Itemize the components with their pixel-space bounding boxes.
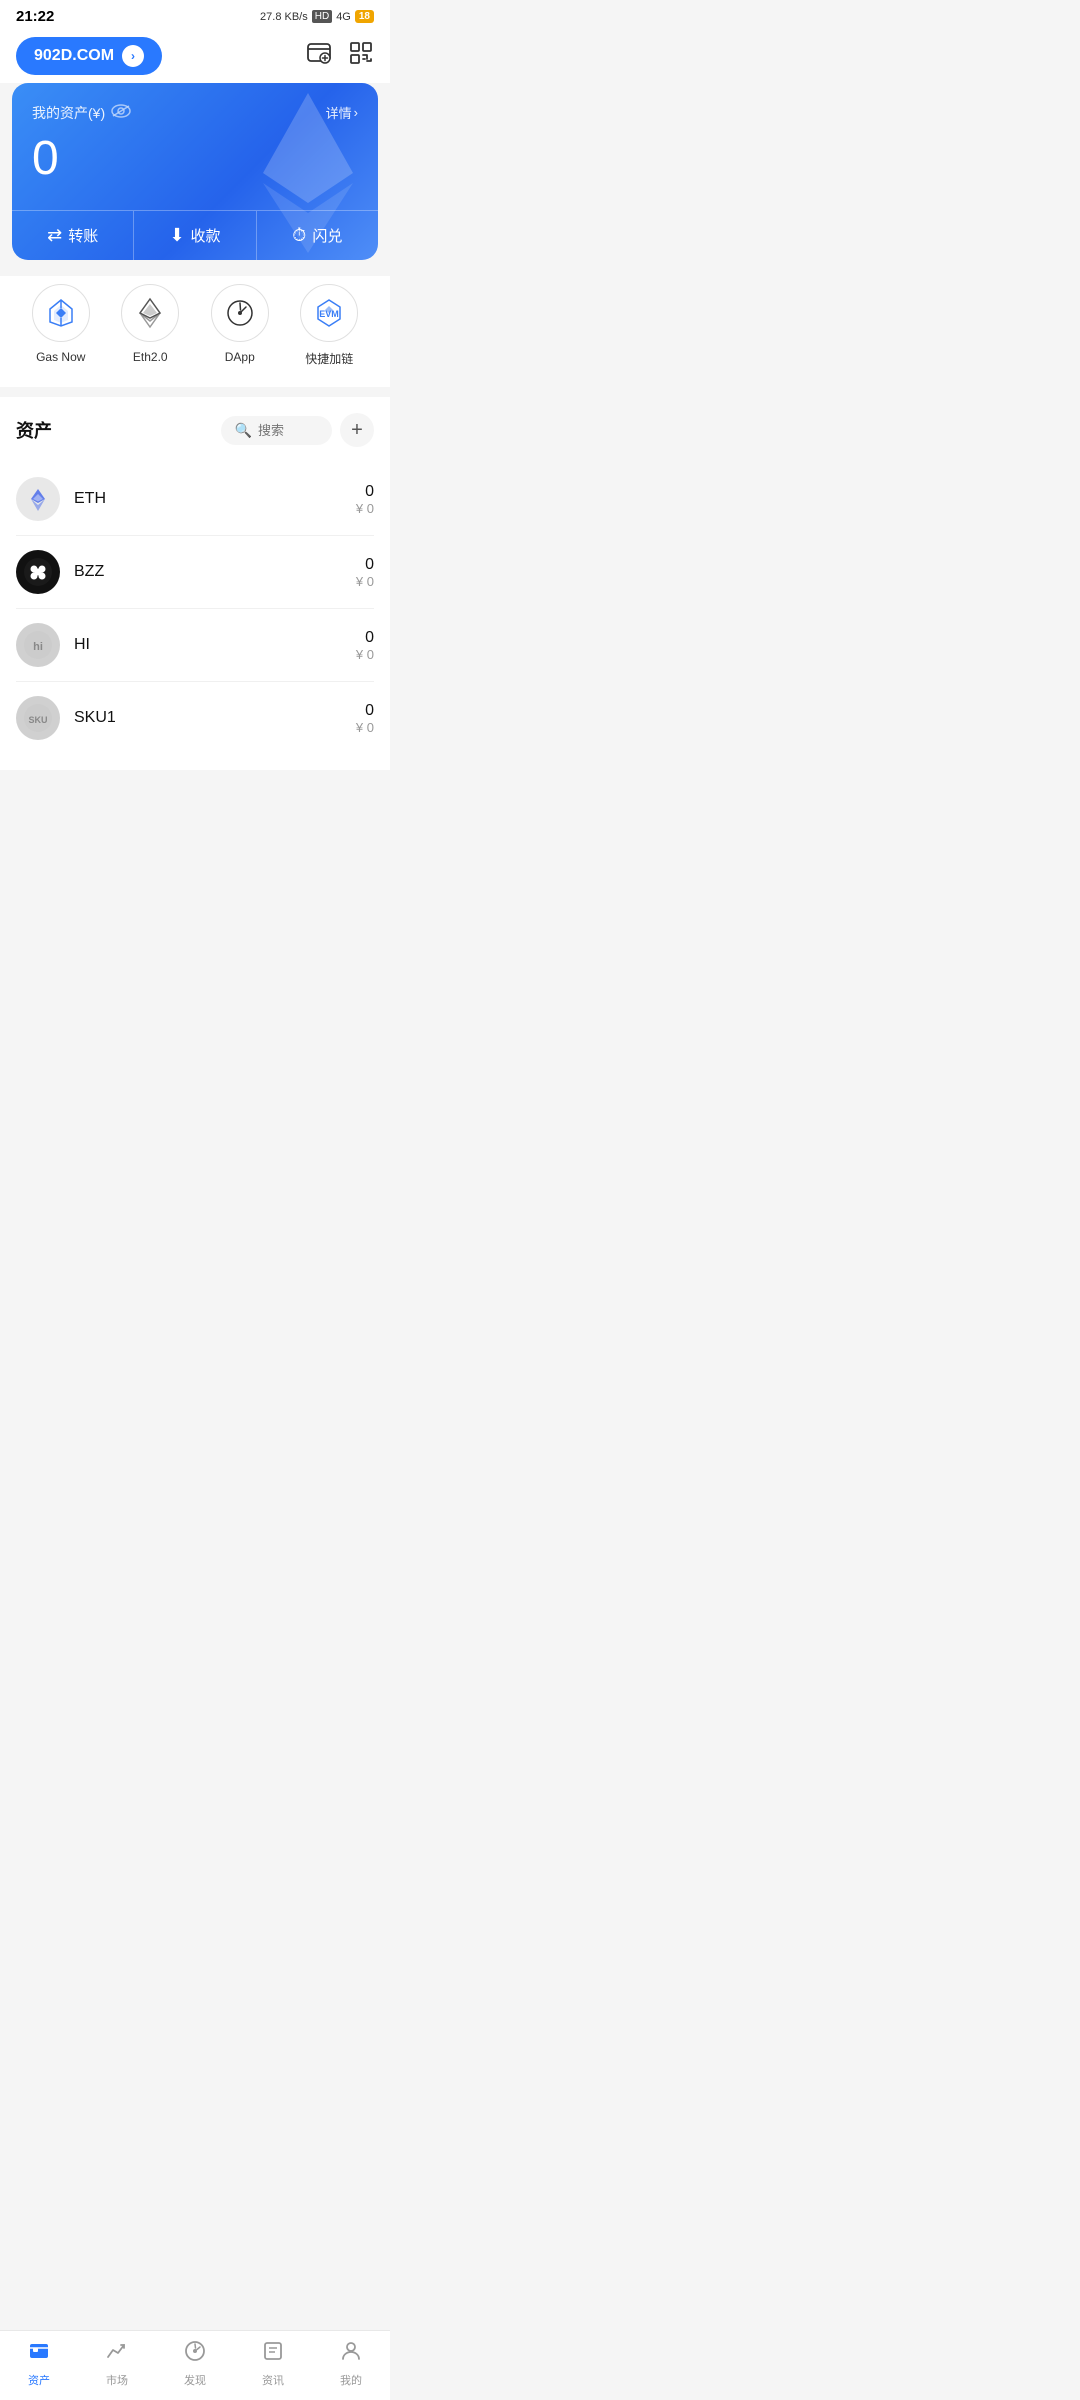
eth-cny: ¥ 0 — [356, 501, 374, 516]
profile-nav-icon — [339, 2339, 363, 2369]
hi-logo: hi — [16, 623, 60, 667]
receive-icon: ⬇ — [169, 225, 184, 246]
assets-header: 资产 🔍 + — [16, 413, 374, 447]
asset-card: 我的资产(¥) 详情 › 0 — [12, 83, 378, 260]
scan-button[interactable] — [348, 40, 374, 73]
quick-icons: Gas Now Eth2.0 DA — [0, 276, 390, 387]
quick-item-gas-now[interactable]: Gas Now — [32, 284, 90, 367]
sku1-symbol: SKU1 — [74, 709, 356, 727]
add-chain-label: 快捷加链 — [305, 350, 353, 367]
quick-item-add-chain[interactable]: EVM 快捷加链 — [300, 284, 358, 367]
hi-values: 0 ¥ 0 — [356, 629, 374, 662]
sku1-amount: 0 — [356, 702, 374, 720]
eth-watermark — [258, 93, 358, 193]
speed-text: 27.8 KB/s — [260, 11, 308, 23]
eth-values: 0 ¥ 0 — [356, 483, 374, 516]
search-input[interactable] — [258, 423, 318, 438]
market-nav-icon — [105, 2339, 129, 2369]
news-nav-icon — [261, 2339, 285, 2369]
transfer-button[interactable]: ⇄ 转账 — [12, 211, 133, 260]
add-token-button[interactable]: + — [340, 413, 374, 447]
hd-badge: HD — [312, 10, 332, 23]
bzz-cny: ¥ 0 — [356, 574, 374, 589]
profile-nav-label: 我的 — [340, 2372, 362, 2388]
sku1-values: 0 ¥ 0 — [356, 702, 374, 735]
receive-button[interactable]: ⬇ 收款 — [133, 211, 255, 260]
news-nav-label: 资讯 — [262, 2372, 284, 2388]
eth-symbol: ETH — [74, 490, 356, 508]
brand-arrow-icon: › — [122, 45, 144, 67]
brand-button[interactable]: 902D.COM › — [16, 37, 162, 75]
bottom-nav-profile[interactable]: 我的 — [321, 2339, 381, 2388]
eth-amount: 0 — [356, 483, 374, 501]
eth2-label: Eth2.0 — [133, 350, 168, 364]
sku1-logo: SKU — [16, 696, 60, 740]
quick-item-eth2[interactable]: Eth2.0 — [121, 284, 179, 367]
network-text: 4G — [336, 11, 351, 23]
svg-text:hi: hi — [33, 641, 43, 653]
assets-title: 资产 — [16, 417, 52, 443]
bzz-amount: 0 — [356, 556, 374, 574]
transfer-icon: ⇄ — [47, 225, 62, 246]
gas-now-label: Gas Now — [36, 350, 85, 364]
token-item-eth[interactable]: ETH 0 ¥ 0 — [16, 463, 374, 536]
brand-name: 902D.COM — [34, 47, 114, 65]
hi-cny: ¥ 0 — [356, 647, 374, 662]
add-chain-circle: EVM — [300, 284, 358, 342]
top-nav: 902D.COM › — [0, 29, 390, 83]
battery-icon: 18 — [355, 10, 374, 23]
svg-text:SKU: SKU — [28, 715, 47, 725]
eth-logo — [16, 477, 60, 521]
quick-item-dapp[interactable]: DApp — [211, 284, 269, 367]
status-icons: 27.8 KB/s HD 4G 18 — [260, 10, 374, 23]
search-bar: 🔍 + — [221, 413, 374, 447]
token-item-bzz[interactable]: BZZ 0 ¥ 0 — [16, 536, 374, 609]
eye-icon[interactable] — [111, 104, 131, 123]
bottom-nav-discover[interactable]: 发现 — [165, 2339, 225, 2388]
sku1-cny: ¥ 0 — [356, 720, 374, 735]
bottom-nav-news[interactable]: 资讯 — [243, 2339, 303, 2388]
search-input-wrap[interactable]: 🔍 — [221, 416, 332, 445]
asset-label: 我的资产(¥) — [32, 103, 131, 123]
gas-now-circle — [32, 284, 90, 342]
discover-nav-label: 发现 — [184, 2372, 206, 2388]
status-time: 21:22 — [16, 8, 54, 25]
hi-symbol: HI — [74, 636, 356, 654]
status-bar: 21:22 27.8 KB/s HD 4G 18 — [0, 0, 390, 29]
bzz-values: 0 ¥ 0 — [356, 556, 374, 589]
hi-amount: 0 — [356, 629, 374, 647]
token-item-hi[interactable]: hi HI 0 ¥ 0 — [16, 609, 374, 682]
discover-nav-icon — [183, 2339, 207, 2369]
nav-icons — [306, 40, 374, 73]
assets-section: 资产 🔍 + ETH 0 ¥ 0 — [0, 397, 390, 770]
assets-nav-label: 资产 — [28, 2372, 50, 2388]
bottom-nav: 资产 市场 发现 — [0, 2330, 390, 2400]
dapp-label: DApp — [225, 350, 255, 364]
bzz-symbol: BZZ — [74, 563, 356, 581]
dapp-circle — [211, 284, 269, 342]
market-nav-label: 市场 — [106, 2372, 128, 2388]
bzz-logo — [16, 550, 60, 594]
add-wallet-button[interactable] — [306, 40, 332, 73]
token-item-sku1[interactable]: SKU SKU1 0 ¥ 0 — [16, 682, 374, 754]
assets-nav-icon — [27, 2339, 51, 2369]
eth2-circle — [121, 284, 179, 342]
bottom-nav-market[interactable]: 市场 — [87, 2339, 147, 2388]
search-icon: 🔍 — [235, 422, 252, 439]
bottom-nav-assets[interactable]: 资产 — [9, 2339, 69, 2388]
